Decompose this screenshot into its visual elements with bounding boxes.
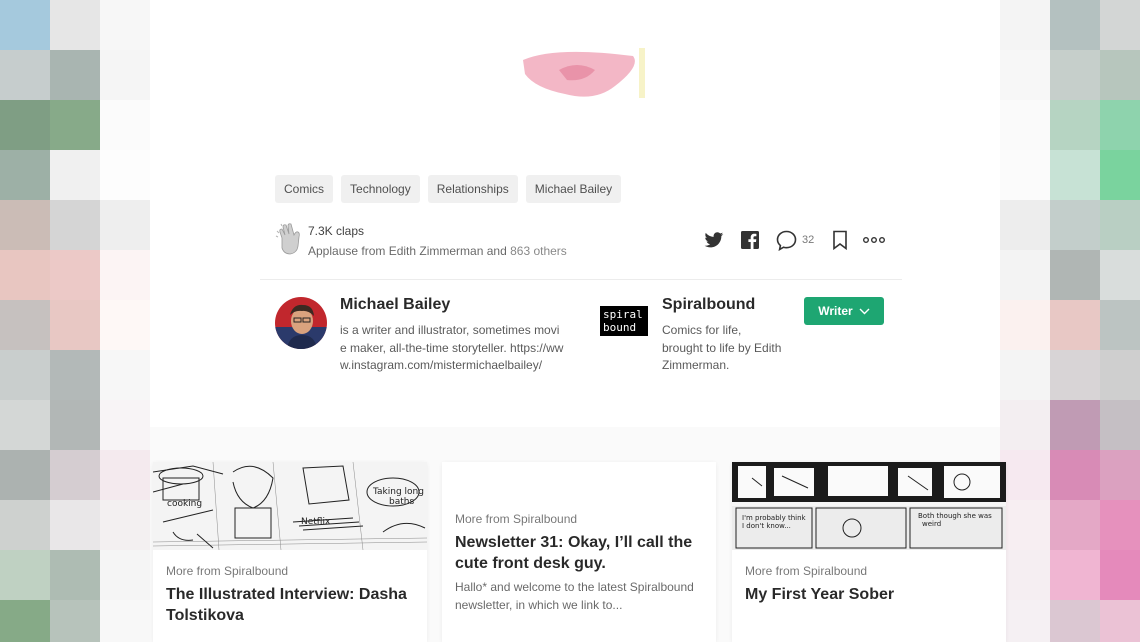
recommendation-card[interactable]: I'm probably think I don't know... Both … [732, 462, 1006, 642]
publication-description: Comics for life, brought to life by Edit… [662, 323, 782, 372]
card-illustration: cooking Taking long baths Netflix [153, 462, 427, 550]
twitter-icon[interactable] [702, 228, 726, 252]
card-title[interactable]: The Illustrated Interview: Dasha Tolstik… [166, 584, 416, 626]
bookmark-icon[interactable] [828, 228, 852, 252]
section-divider [260, 279, 902, 280]
facebook-icon[interactable] [738, 228, 762, 252]
publication-logo-line2: bound [603, 321, 637, 334]
publication-logo-line1: spiral [603, 308, 643, 321]
background-mosaic-right [1000, 0, 1140, 642]
card-kicker: More from Spiralbound [455, 512, 578, 526]
card-title[interactable]: My First Year Sober [745, 584, 995, 605]
clap-section: 7.3K claps Applause from Edith Zimmerman… [275, 222, 567, 262]
tag-technology[interactable]: Technology [341, 175, 420, 203]
svg-text:Taking long: Taking long [372, 487, 424, 497]
tag-comics[interactable]: Comics [275, 175, 334, 203]
card-title[interactable]: Newsletter 31: Okay, I’ll call the cute … [455, 532, 695, 574]
publication-logo[interactable]: spiral bound [600, 306, 648, 336]
more-dots-icon[interactable] [862, 228, 886, 252]
tag-michael-bailey[interactable]: Michael Bailey [525, 175, 622, 203]
writer-follow-button[interactable]: Writer [804, 297, 884, 325]
avatar[interactable] [275, 297, 327, 349]
share-actions: 32 [702, 228, 886, 252]
author-bio: is a writer and illustrator, sometimes m… [340, 323, 564, 372]
applause-others[interactable]: 863 others [510, 244, 567, 258]
comment-bubble-icon[interactable] [774, 228, 798, 252]
recommendation-card[interactable]: More from Spiralbound Newsletter 31: Oka… [442, 462, 716, 642]
responses-count[interactable]: 32 [802, 234, 814, 246]
writer-button-label: Writer [818, 304, 853, 318]
publication-name[interactable]: Spiralbound [662, 296, 755, 314]
card-kicker: More from Spiralbound [745, 564, 868, 578]
tag-relationships[interactable]: Relationships [427, 175, 518, 203]
svg-text:Both though she was: Both though she was [918, 512, 992, 520]
card-excerpt: Hallo* and welcome to the latest Spiralb… [455, 578, 705, 614]
svg-text:cooking: cooking [167, 499, 202, 509]
chevron-down-icon [859, 308, 870, 314]
author-name[interactable]: Michael Bailey [340, 296, 450, 314]
svg-text:I'm probably think: I'm probably think [742, 514, 807, 522]
applause-text: Applause from Edith Zimmerman and 863 ot… [308, 240, 567, 262]
svg-text:I don't know...: I don't know... [742, 522, 791, 530]
tag-list: Comics Technology Relationships Michael … [275, 175, 622, 203]
card-excerpt-text: Hallo* and welcome to the latest Spiralb… [455, 580, 694, 612]
background-mosaic-left [0, 0, 150, 642]
svg-text:baths: baths [389, 497, 414, 507]
svg-text:Netflix: Netflix [301, 517, 331, 527]
recommendation-card[interactable]: cooking Taking long baths Netflix More f… [153, 462, 427, 642]
clap-count[interactable]: 7.3K claps [308, 222, 567, 240]
article-footer: Comics Technology Relationships Michael … [150, 0, 1000, 427]
clap-icon[interactable] [275, 222, 305, 256]
watercolor-illustration [523, 48, 645, 98]
svg-text:weird: weird [922, 520, 941, 528]
card-illustration: I'm probably think I don't know... Both … [732, 462, 1006, 550]
applause-prefix: Applause from Edith Zimmerman and [308, 244, 507, 258]
card-kicker: More from Spiralbound [166, 564, 289, 578]
